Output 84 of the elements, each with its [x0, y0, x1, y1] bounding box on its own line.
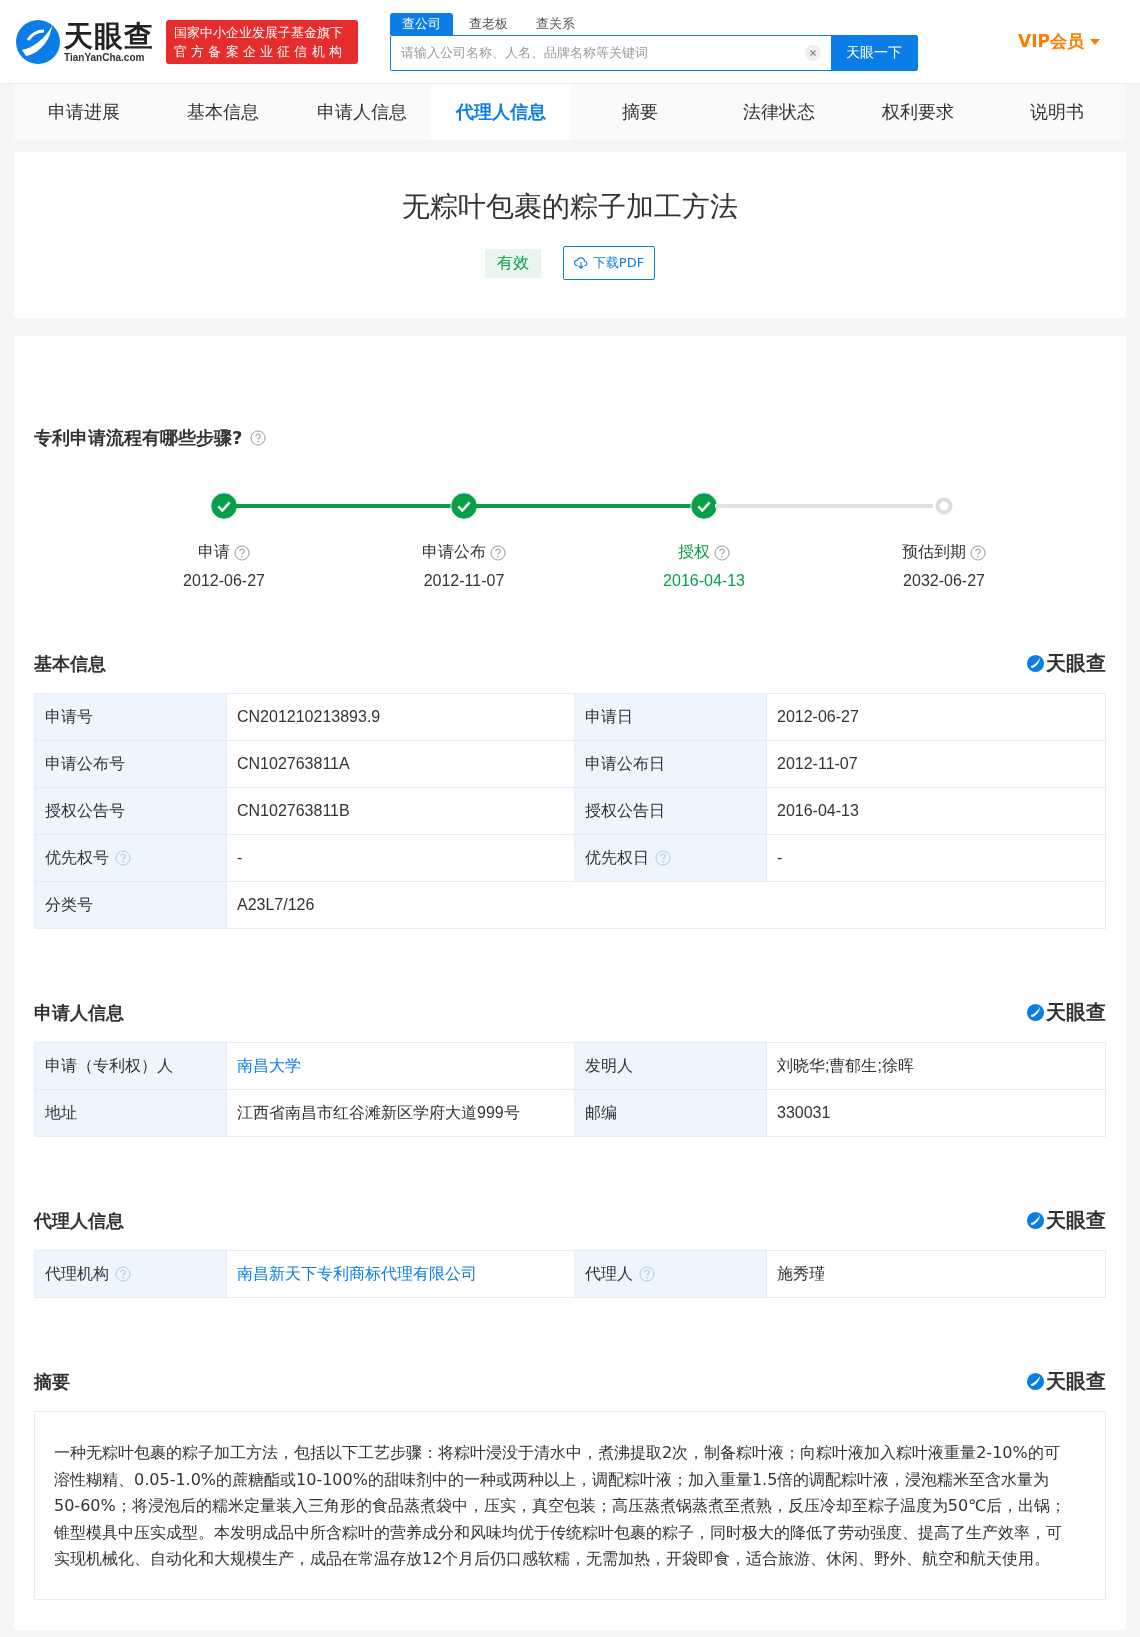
help-icon[interactable]: [115, 1266, 131, 1282]
value-link[interactable]: 南昌新天下专利商标代理有限公司: [237, 1263, 477, 1285]
field-value: 2016-04-13: [777, 802, 859, 820]
nav-tab[interactable]: 申请人信息: [292, 84, 431, 140]
field-label: 授权公告日: [585, 800, 665, 822]
search-field[interactable]: 请输入公司名称、人名、品牌名称等关键词 天眼一下: [390, 34, 918, 71]
field-label: 地址: [45, 1102, 77, 1124]
field-label: 代理机构: [45, 1263, 109, 1285]
section-title: 代理人信息: [34, 1208, 124, 1233]
field-label: 发明人: [585, 1055, 633, 1077]
step-date: 2032-06-27: [903, 572, 985, 590]
field-value: 2012-11-07: [777, 755, 858, 773]
section-title: 申请人信息: [34, 1000, 124, 1025]
search-button[interactable]: 天眼一下: [831, 35, 917, 70]
field-label: 代理人: [585, 1263, 633, 1285]
help-icon[interactable]: [115, 850, 131, 866]
nav-tab[interactable]: 代理人信息: [431, 84, 570, 140]
field-value: 施秀瑾: [777, 1263, 825, 1284]
field-label: 申请（专利权）人: [45, 1055, 173, 1077]
section-title: 基本信息: [34, 651, 106, 676]
clear-icon[interactable]: [805, 44, 821, 61]
logo-icon: [1026, 654, 1045, 673]
field-value: CN102763811A: [237, 755, 350, 773]
nav-tab[interactable]: 申请进展: [14, 84, 153, 140]
step-date: 2012-11-07: [423, 572, 505, 590]
field-label: 优先权日: [585, 847, 649, 869]
logo-icon: [1026, 1372, 1045, 1391]
help-icon[interactable]: [639, 1266, 655, 1282]
abstract-text: 一种无粽叶包裹的粽子加工方法，包括以下工艺步骤：将粽叶浸没于清水中，煮沸提取2次，制备粽叶液；向粽叶液加入粽叶液重量2-10%的可溶性糊精、0.05-1.0%的蔗糖酯或10-100%的甜味剂中的一种或两种以上，调配粽叶液；加入重量1.5倍的调配粽叶液，浸泡糯米至含水量为50-60%；将浸泡后的糯米定量装入三角形的食品蒸煮袋中，压实，真空包装；高压蒸煮锅蒸煮至煮熟，反压冷却至粽子温度为50℃后，出锅；锥型模具中压实成型。本发明成品中所含粽叶的营养成分和风味均优于传统粽叶包裹的粽子，同时极大的降低了劳动强度、提高了生产效率，可实现机械化、自动化和大规模生产，成品在常温存放12个月后仍口感软糯，无需加热，开袋即食，适合旅游、休闲、野外、航空和航天使用。: [54, 1442, 1068, 1571]
field-value: 江西省南昌市红谷滩新区学府大道999号: [237, 1102, 520, 1123]
field-value: 330031: [777, 1104, 831, 1122]
field-label: 优先权号: [45, 847, 109, 869]
step-date: 2016-04-13: [663, 572, 745, 590]
field-label: 邮编: [585, 1102, 617, 1124]
step-label: 申请公布: [422, 542, 486, 563]
logo-icon: [1026, 1003, 1045, 1022]
cloud-download-icon: [573, 257, 588, 269]
help-icon[interactable]: [250, 430, 267, 446]
download-button[interactable]: 下载PDF: [562, 246, 656, 280]
field-value: -: [237, 849, 243, 867]
logo-domain: TianYanCha.com: [64, 52, 146, 63]
field-label: 申请日: [585, 706, 633, 728]
patent-title: 无粽叶包裹的粽子加工方法: [402, 189, 738, 225]
logo-icon: [1026, 1211, 1045, 1230]
field-value: A23L7/126: [237, 896, 315, 914]
help-icon[interactable]: [714, 544, 730, 561]
caret-icon: [1090, 38, 1100, 45]
step-label: 授权: [678, 542, 710, 563]
help-icon[interactable]: [234, 544, 250, 561]
brand-logo-text: 天眼查: [1046, 650, 1106, 677]
step-label: 预估到期: [902, 542, 966, 563]
brand-logo-text: 天眼查: [1046, 1368, 1106, 1395]
logo-icon: [14, 17, 62, 66]
nav-tab[interactable]: 基本信息: [153, 84, 292, 140]
field-value: -: [777, 849, 783, 867]
nav-tab[interactable]: 摘要: [570, 84, 709, 140]
section-title: 摘要: [34, 1369, 70, 1394]
slogan-badge: 国家中小企业发展子基金旗下 官方备案企业征信机构: [166, 19, 358, 64]
field-label: 分类号: [45, 894, 93, 916]
field-value: CN201210213893.9: [237, 708, 381, 726]
field-label: 授权公告号: [45, 800, 125, 822]
step-date: 2012-06-27: [183, 572, 265, 590]
nav-tab[interactable]: 权利要求: [848, 84, 987, 140]
field-label: 申请号: [45, 706, 93, 728]
help-icon[interactable]: [490, 544, 506, 561]
status-tag: 有效: [484, 248, 541, 278]
field-value: CN102763811B: [237, 802, 350, 820]
brand-logo-text: 天眼查: [1046, 999, 1106, 1026]
step-label: 申请: [198, 542, 230, 563]
value-link[interactable]: 南昌大学: [237, 1055, 301, 1077]
section-title: 专利申请流程有哪些步骤?: [34, 426, 243, 450]
nav-tab[interactable]: 法律状态: [709, 84, 848, 140]
help-icon[interactable]: [655, 850, 671, 866]
search-tab[interactable]: 查老板: [457, 12, 520, 35]
logo-text: 天眼查: [64, 20, 154, 52]
field-value: 刘晓华;曹郁生;徐晖: [777, 1055, 914, 1076]
help-icon[interactable]: [970, 544, 986, 561]
search-tab[interactable]: 查公司: [390, 12, 453, 35]
search-tab[interactable]: 查关系: [524, 12, 587, 35]
field-value: 2012-06-27: [777, 708, 859, 726]
nav-tab[interactable]: 说明书: [987, 84, 1126, 140]
field-label: 申请公布日: [585, 753, 665, 775]
field-label: 申请公布号: [45, 753, 125, 775]
brand-logo-text: 天眼查: [1046, 1207, 1106, 1234]
